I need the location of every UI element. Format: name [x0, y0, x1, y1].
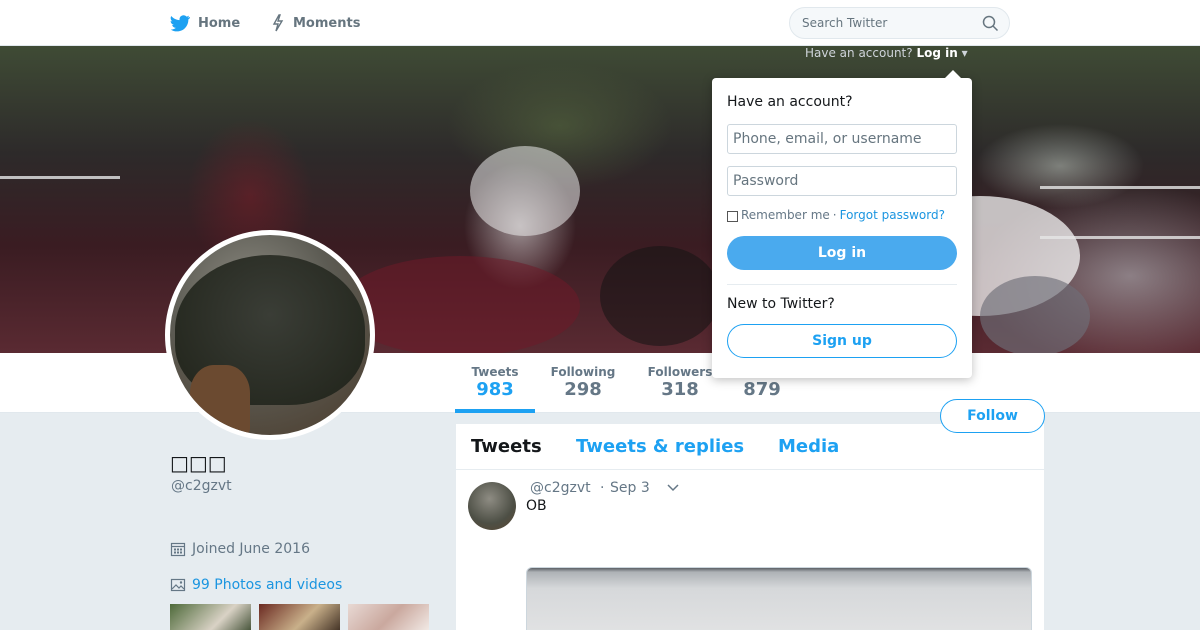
banner-shape	[340, 256, 580, 353]
twitter-bird-icon	[170, 14, 190, 31]
chevron-down-icon: ▾	[961, 46, 968, 60]
tweet-text: OB	[526, 498, 547, 514]
remember-row: Remember me · Forgot password?	[727, 208, 945, 222]
search-box	[789, 7, 1010, 39]
profile-handle[interactable]: @c2gzvt	[171, 478, 232, 494]
stat-value: 318	[661, 379, 699, 400]
stat-tweets[interactable]: Tweets 983	[455, 353, 535, 413]
password-field[interactable]	[727, 166, 957, 196]
header-login-label[interactable]: Log in	[916, 46, 957, 60]
tweet-date[interactable]: Sep 3	[610, 480, 650, 496]
banner-shape	[600, 246, 720, 346]
banner-shape	[980, 276, 1090, 353]
dropdown-title: Have an account?	[727, 94, 853, 110]
calendar-icon	[170, 542, 186, 557]
profile-avatar[interactable]	[165, 230, 375, 440]
divider	[727, 284, 957, 285]
tweet-media[interactable]	[526, 567, 1032, 630]
nav-home-label: Home	[198, 15, 241, 31]
banner-shape	[0, 176, 120, 179]
signup-button[interactable]: Sign up	[727, 324, 957, 358]
search-input[interactable]	[802, 14, 972, 32]
photo-thumbnail[interactable]	[348, 604, 429, 630]
header-login-prompt: Have an account?	[805, 46, 913, 60]
nav-moments-label: Moments	[293, 15, 361, 31]
lightning-icon	[272, 14, 284, 32]
banner-shape	[470, 146, 580, 236]
search-icon[interactable]	[982, 15, 999, 32]
stat-value: 298	[564, 379, 602, 400]
stat-following[interactable]: Following 298	[545, 353, 621, 413]
photos-videos-label: 99 Photos and videos	[192, 577, 343, 593]
active-tab-indicator	[455, 409, 535, 413]
username-field[interactable]	[727, 124, 957, 154]
banner-shape	[1040, 186, 1200, 189]
top-nav: Home Moments	[0, 0, 1200, 46]
remember-checkbox[interactable]	[727, 210, 738, 222]
chevron-down-icon[interactable]	[666, 482, 680, 494]
header-login[interactable]: Have an account? Log in ▾	[805, 46, 968, 60]
stat-label: Following	[550, 365, 616, 379]
login-button[interactable]: Log in	[727, 236, 957, 270]
forgot-password-link[interactable]: Forgot password?	[840, 208, 945, 222]
stat-value: 983	[476, 379, 514, 400]
photo-thumbnail[interactable]	[170, 604, 251, 630]
stat-label: Followers	[647, 365, 713, 379]
tab-media[interactable]: Media	[778, 436, 839, 457]
remember-separator: ·	[832, 208, 837, 222]
remember-label[interactable]: Remember me	[741, 208, 830, 222]
stat-followers[interactable]: Followers 318	[640, 353, 720, 413]
new-to-twitter: New to Twitter?	[727, 296, 835, 312]
follow-button[interactable]: Follow	[940, 399, 1045, 433]
banner-shape	[1040, 236, 1200, 239]
tweet-avatar[interactable]	[468, 482, 516, 530]
stat-value: 879	[743, 379, 781, 400]
tab-tweets[interactable]: Tweets	[471, 436, 542, 457]
photos-videos-link[interactable]: 99 Photos and videos	[170, 577, 342, 593]
joined-text: Joined June 2016	[192, 541, 310, 557]
image-icon	[170, 578, 186, 592]
nav-moments[interactable]: Moments	[271, 0, 360, 46]
login-dropdown: Have an account? Remember me · Forgot pa…	[712, 78, 972, 378]
nav-home[interactable]: Home	[170, 0, 240, 46]
timeline: Tweets Tweets & replies Media @c2gzvt · …	[456, 424, 1044, 630]
dropdown-caret	[944, 70, 962, 79]
tab-tweets-replies[interactable]: Tweets & replies	[576, 436, 744, 457]
photo-thumbnail[interactable]	[259, 604, 340, 630]
avatar-person	[190, 365, 250, 435]
tweet-handle[interactable]: @c2gzvt	[530, 480, 591, 496]
joined-date: Joined June 2016	[170, 541, 310, 557]
stat-label: Tweets	[471, 365, 519, 379]
profile-name[interactable]: □□□	[170, 451, 227, 475]
tweet-separator: ·	[600, 480, 605, 496]
